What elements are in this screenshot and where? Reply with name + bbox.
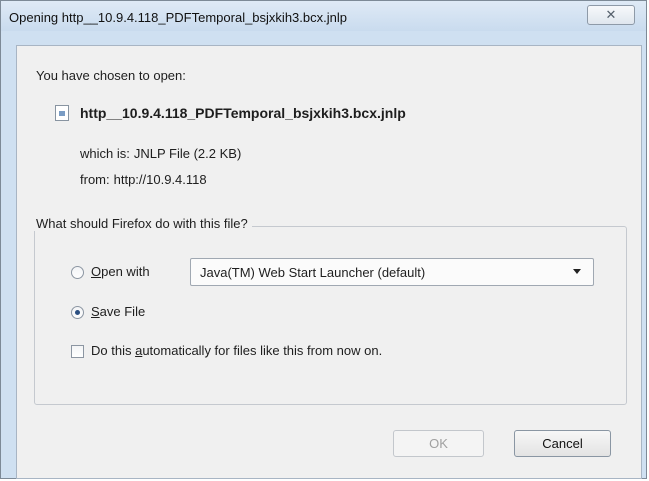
application-select[interactable]: Java(TM) Web Start Launcher (default) [190, 258, 594, 286]
window-title: Opening http__10.9.4.118_PDFTemporal_bsj… [9, 10, 347, 25]
action-group-label: What should Firefox do with this file? [34, 216, 252, 231]
file-source-row: from: http://10.9.4.118 [80, 172, 207, 187]
close-icon: ✕ [605, 7, 617, 22]
chevron-down-icon [573, 269, 581, 274]
cancel-button-label: Cancel [542, 436, 583, 451]
download-dialog-window: Opening http__10.9.4.118_PDFTemporal_bsj… [0, 0, 647, 479]
open-with-label[interactable]: Open with [91, 264, 150, 279]
jnlp-file-icon [55, 105, 69, 121]
open-with-mnemonic: O [91, 264, 102, 279]
save-file-label[interactable]: Save File [91, 304, 145, 319]
close-button[interactable]: ✕ [587, 5, 635, 25]
save-file-text: ave File [99, 304, 146, 319]
application-select-value: Java(TM) Web Start Launcher (default) [200, 265, 426, 280]
dialog-heading: You have chosen to open: [36, 68, 186, 83]
open-with-text: pen with [101, 264, 150, 279]
save-file-radio[interactable] [71, 306, 84, 319]
ok-button-label: OK [429, 436, 448, 451]
auto-action-prefix: Do this [91, 343, 136, 358]
save-file-mnemonic: S [91, 304, 100, 319]
open-with-radio[interactable] [71, 266, 84, 279]
auto-action-label[interactable]: Do this automatically for files like thi… [91, 343, 382, 358]
file-type-label: which is: [80, 146, 130, 161]
file-source-label: from: [80, 172, 110, 187]
file-source-value: http://10.9.4.118 [113, 172, 207, 187]
title-bar: Opening http__10.9.4.118_PDFTemporal_bsj… [1, 1, 646, 31]
file-name: http__10.9.4.118_PDFTemporal_bsjxkih3.bc… [80, 105, 406, 121]
auto-action-checkbox[interactable] [71, 345, 84, 358]
ok-button[interactable]: OK [393, 430, 484, 457]
file-type-row: which is: JNLP File (2.2 KB) [80, 146, 241, 161]
file-type-value: JNLP File (2.2 KB) [133, 146, 242, 161]
dialog-body: You have chosen to open: http__10.9.4.11… [16, 45, 642, 479]
cancel-button[interactable]: Cancel [514, 430, 611, 457]
auto-action-text: utomatically for files like this from no… [142, 343, 383, 358]
